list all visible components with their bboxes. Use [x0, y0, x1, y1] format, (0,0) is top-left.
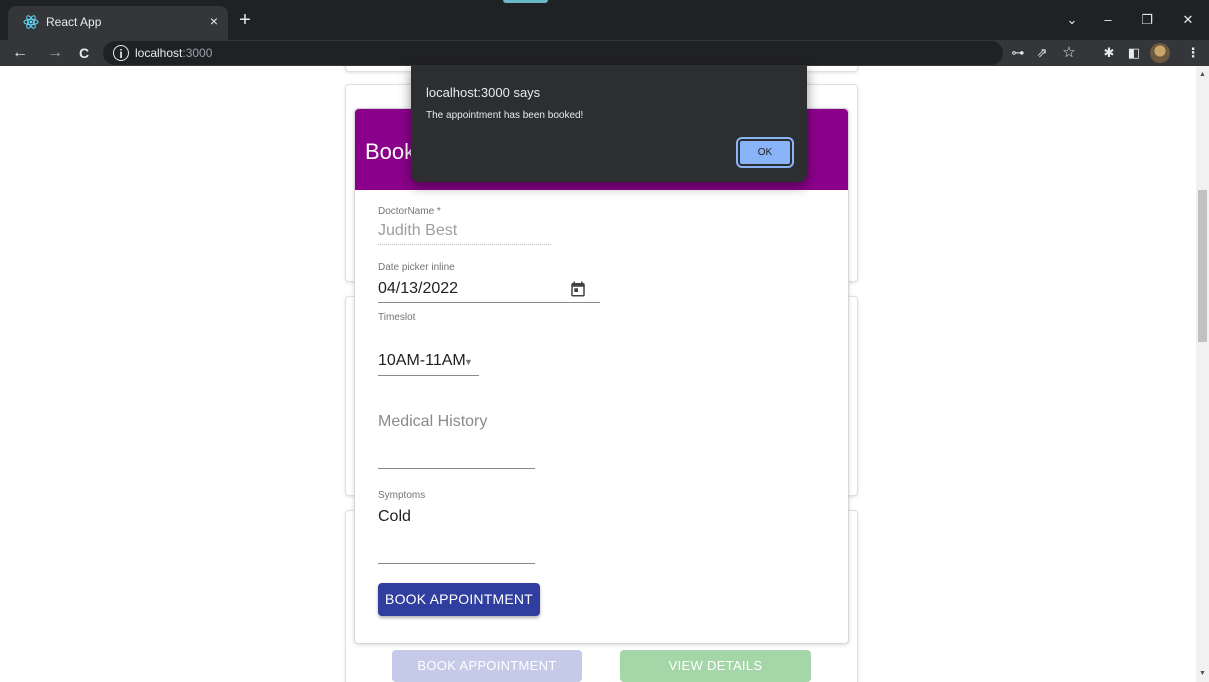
- timeslot-select[interactable]: 10AM-11AM ▼: [378, 352, 479, 376]
- address-bar[interactable]: i localhost:3000: [103, 41, 1003, 65]
- date-picker-label: Date picker inline: [378, 262, 455, 273]
- restore-icon[interactable]: ❐: [1135, 10, 1159, 30]
- extensions-icon[interactable]: ✱: [1099, 43, 1119, 63]
- share-icon[interactable]: ⇗: [1032, 43, 1052, 63]
- scrollbar-thumb[interactable]: [1198, 190, 1207, 342]
- new-tab-button[interactable]: +: [235, 10, 255, 30]
- calendar-icon[interactable]: [569, 280, 587, 298]
- card-title: Book: [365, 139, 416, 164]
- tab-close-icon[interactable]: ×: [205, 12, 223, 30]
- symptoms-underline: [378, 563, 535, 564]
- minimize-icon[interactable]: –: [1096, 10, 1120, 30]
- page-scrollbar[interactable]: ▲ ▼: [1196, 66, 1209, 682]
- alert-dialog: localhost:3000 says The appointment has …: [411, 66, 807, 182]
- window-close-icon[interactable]: ✕: [1176, 10, 1200, 30]
- view-details-button[interactable]: VIEW DETAILS: [620, 650, 811, 682]
- doctor-name-field: Judith Best: [378, 222, 458, 239]
- scroll-up-icon[interactable]: ▲: [1196, 68, 1209, 81]
- date-input[interactable]: 04/13/2022: [378, 280, 458, 298]
- browser-toolbar: ← → C i localhost:3000 ⊶ ⇗ ☆ ✱ ◧ ⋮: [0, 40, 1209, 66]
- dialog-title: localhost:3000 says: [426, 85, 541, 100]
- symptoms-label: Symptoms: [378, 490, 426, 501]
- timeslot-value: 10AM-11AM: [378, 352, 466, 369]
- symptoms-input[interactable]: Cold: [378, 508, 411, 526]
- book-appointment-nav-button[interactable]: BOOK APPOINTMENT: [392, 650, 582, 682]
- date-underline: [378, 302, 600, 303]
- ok-button[interactable]: OK: [736, 137, 794, 168]
- star-icon[interactable]: ☆: [1059, 43, 1079, 63]
- browser-tab-bar: React App × + ⌄ – ❐ ✕: [0, 0, 1209, 40]
- scroll-down-icon[interactable]: ▼: [1196, 667, 1209, 680]
- back-icon[interactable]: ←: [10, 43, 30, 63]
- info-icon[interactable]: i: [113, 45, 129, 61]
- key-icon[interactable]: ⊶: [1008, 43, 1028, 63]
- medical-history-input[interactable]: Medical History: [378, 413, 487, 431]
- profile-avatar[interactable]: [1150, 43, 1170, 63]
- timeslot-label: Timeslot: [378, 312, 416, 323]
- react-icon: [23, 15, 39, 29]
- booking-form-card: Book DoctorName * Judith Best Date picke…: [354, 108, 849, 644]
- dialog-message: The appointment has been booked!: [426, 110, 584, 121]
- side-panel-icon[interactable]: ◧: [1124, 43, 1144, 63]
- tab-search-icon[interactable]: ⌄: [1060, 10, 1084, 30]
- browser-tab[interactable]: React App ×: [8, 6, 228, 40]
- medical-history-underline: [378, 468, 535, 469]
- url-host: localhost: [135, 46, 183, 60]
- doctor-name-label: DoctorName *: [378, 206, 441, 217]
- chevron-down-icon: ▼: [464, 357, 473, 367]
- tab-title: React App: [46, 15, 102, 29]
- forward-icon[interactable]: →: [45, 43, 65, 63]
- url-port: :3000: [182, 46, 213, 60]
- timeslot-underline: [378, 375, 479, 376]
- tab-strip-accent: [503, 0, 548, 3]
- reload-icon[interactable]: C: [74, 43, 94, 63]
- menu-icon[interactable]: ⋮: [1183, 43, 1203, 63]
- url-text: localhost:3000: [135, 46, 212, 60]
- doctor-name-underline: [378, 244, 551, 245]
- book-appointment-button[interactable]: BOOK APPOINTMENT: [378, 583, 540, 616]
